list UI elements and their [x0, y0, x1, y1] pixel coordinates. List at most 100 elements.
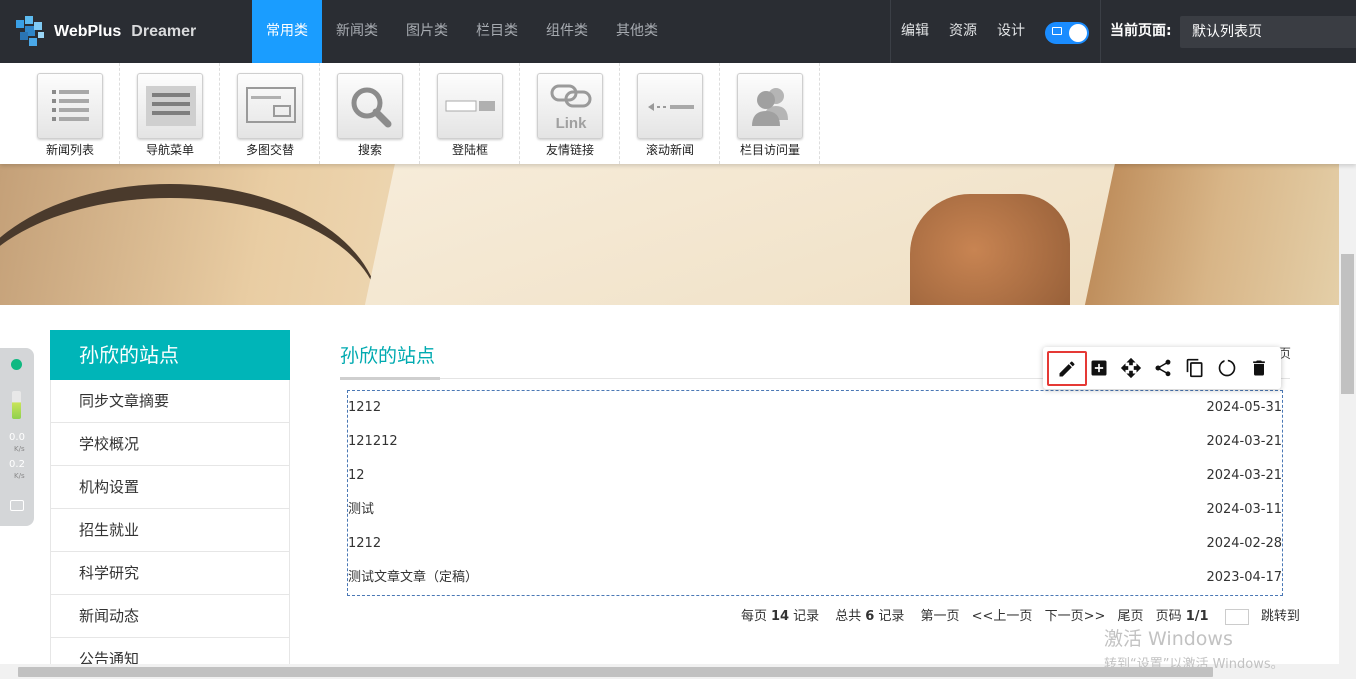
logo: WebPlus Dreamer: [14, 14, 196, 50]
first-page-link[interactable]: 第一页: [920, 609, 959, 624]
component-toolbar: [1043, 347, 1281, 389]
divider: [1100, 0, 1101, 63]
tab-other[interactable]: 其他类: [602, 0, 672, 63]
edit-button[interactable]: [1047, 351, 1087, 386]
article-date: 2024-05-31: [1206, 400, 1282, 415]
windows-activation-watermark: 激活 Windows 转到“设置”以激活 Windows。: [1104, 624, 1284, 672]
watermark-title: 激活 Windows: [1104, 628, 1233, 650]
edit-icon: [1059, 360, 1075, 376]
sidebar-item-organization[interactable]: 机构设置: [50, 466, 290, 509]
link-icon: Link: [537, 73, 603, 139]
sidebar-item-news[interactable]: 新闻动态: [50, 595, 290, 638]
article-date: 2024-02-28: [1206, 536, 1282, 551]
jump-link[interactable]: 跳转到: [1261, 609, 1300, 624]
login-box-icon: [437, 73, 503, 139]
current-page-label: 当前页面:: [1110, 23, 1172, 39]
search-icon: [337, 73, 403, 139]
list-item[interactable]: 1212 2024-02-28: [348, 527, 1282, 561]
list-item[interactable]: 1212 2024-05-31: [348, 391, 1282, 425]
current-page-select[interactable]: 默认列表页: [1180, 16, 1356, 48]
list-item[interactable]: 测试文章文章（定稿） 2023-04-17: [348, 561, 1282, 595]
component-scroll-news[interactable]: 滚动新闻: [620, 63, 720, 164]
edit-button[interactable]: 编辑: [901, 0, 929, 63]
design-button[interactable]: 设计: [997, 0, 1025, 63]
delete-button[interactable]: [1245, 354, 1273, 382]
brand-name: WebPlus: [54, 23, 122, 40]
vertical-scrollbar[interactable]: [1339, 164, 1356, 664]
memory-bar: [12, 391, 21, 419]
network-speed-widget[interactable]: 0.0 K/s 0.2 K/s: [0, 348, 34, 526]
component-nav-menu[interactable]: 导航菜单: [120, 63, 220, 164]
copy-icon: [1186, 358, 1203, 378]
main-content: 孙欣的站点 同步文章摘要 学校概况 机构设置 招生就业 科学研究 新闻动态 公告…: [0, 305, 1339, 664]
component-bar: 新闻列表 导航菜单 多图交替 搜索 登陆框 Link 友情链接 滚动新闻 栏目访…: [0, 63, 1356, 164]
component-label: 导航菜单: [145, 143, 194, 157]
component-label: 友情链接: [545, 143, 594, 157]
component-label: 搜索: [357, 143, 382, 157]
webplus-logo-icon: [16, 16, 44, 46]
next-page-link[interactable]: 下一页>>: [1045, 609, 1106, 624]
list-item[interactable]: 12 2024-03-21: [348, 459, 1282, 493]
banner-image: [0, 164, 1339, 305]
tab-widgets[interactable]: 组件类: [532, 0, 602, 63]
move-button[interactable]: [1117, 354, 1145, 382]
sidebar-item-school-overview[interactable]: 学校概况: [50, 423, 290, 466]
component-column-visits[interactable]: 栏目访问量: [720, 63, 820, 164]
prev-page-link[interactable]: <<上一页: [972, 609, 1033, 624]
upload-speed: 0.0: [9, 432, 25, 443]
list-item[interactable]: 测试 2024-03-11: [348, 493, 1282, 527]
article-title[interactable]: 1212: [348, 391, 381, 425]
tab-images[interactable]: 图片类: [392, 0, 462, 63]
tab-news[interactable]: 新闻类: [322, 0, 392, 63]
nav-menu-icon: [137, 73, 203, 139]
scrollbar-thumb[interactable]: [1341, 254, 1354, 394]
list-item[interactable]: 121212 2024-03-21: [348, 425, 1282, 459]
sidebar-item-research[interactable]: 科学研究: [50, 552, 290, 595]
resources-button[interactable]: 资源: [949, 0, 977, 63]
tab-columns[interactable]: 栏目类: [462, 0, 532, 63]
page-info: 页码 1/1: [1155, 609, 1209, 624]
article-title[interactable]: 121212: [348, 425, 398, 459]
article-title[interactable]: 1212: [348, 527, 381, 561]
sidebar-item-admissions[interactable]: 招生就业: [50, 509, 290, 552]
sidebar-item-notices[interactable]: 公告通知: [50, 638, 290, 664]
page-jump-input[interactable]: [1224, 608, 1249, 625]
article-date: 2024-03-21: [1206, 468, 1282, 483]
divider: [890, 0, 891, 63]
component-label: 新闻列表: [45, 143, 94, 157]
watermark-subtitle: 转到“设置”以激活 Windows。: [1104, 657, 1284, 672]
camera-icon[interactable]: [10, 500, 24, 511]
article-title[interactable]: 测试文章文章（定稿）: [348, 561, 478, 595]
sidebar-title: 孙欣的站点: [50, 330, 290, 380]
section-underline: [340, 377, 440, 380]
share-button[interactable]: [1149, 354, 1177, 382]
last-page-link[interactable]: 尾页: [1118, 609, 1144, 624]
component-search[interactable]: 搜索: [320, 63, 420, 164]
per-page-info: 每页 14 记录: [741, 609, 820, 624]
scroll-news-icon: [637, 73, 703, 139]
refresh-button[interactable]: [1213, 354, 1241, 382]
article-title[interactable]: 测试: [348, 493, 374, 527]
download-unit: K/s: [14, 472, 25, 480]
article-list: 1212 2024-05-31 121212 2024-03-21 12 202…: [347, 390, 1283, 596]
article-date: 2024-03-21: [1206, 434, 1282, 449]
scrollbar-thumb[interactable]: [18, 667, 1213, 677]
tab-common[interactable]: 常用类: [252, 0, 322, 63]
component-friend-links[interactable]: Link 友情链接: [520, 63, 620, 164]
add-button[interactable]: [1085, 354, 1113, 382]
news-list-icon: [37, 73, 103, 139]
copy-button[interactable]: [1181, 354, 1209, 382]
preview-toggle[interactable]: [1045, 22, 1089, 44]
component-login-box[interactable]: 登陆框: [420, 63, 520, 164]
component-label: 多图交替: [245, 143, 294, 157]
download-speed: 0.2: [9, 459, 25, 470]
component-label: 滚动新闻: [645, 143, 694, 157]
add-icon: [1091, 360, 1107, 376]
component-news-list[interactable]: 新闻列表: [20, 63, 120, 164]
article-title[interactable]: 12: [348, 459, 365, 493]
share-icon: [1155, 359, 1171, 377]
toggle-knob: [1069, 24, 1087, 42]
article-date: 2024-03-11: [1206, 502, 1282, 517]
component-multi-image[interactable]: 多图交替: [220, 63, 320, 164]
sidebar-item-sync-summary[interactable]: 同步文章摘要: [50, 380, 290, 423]
